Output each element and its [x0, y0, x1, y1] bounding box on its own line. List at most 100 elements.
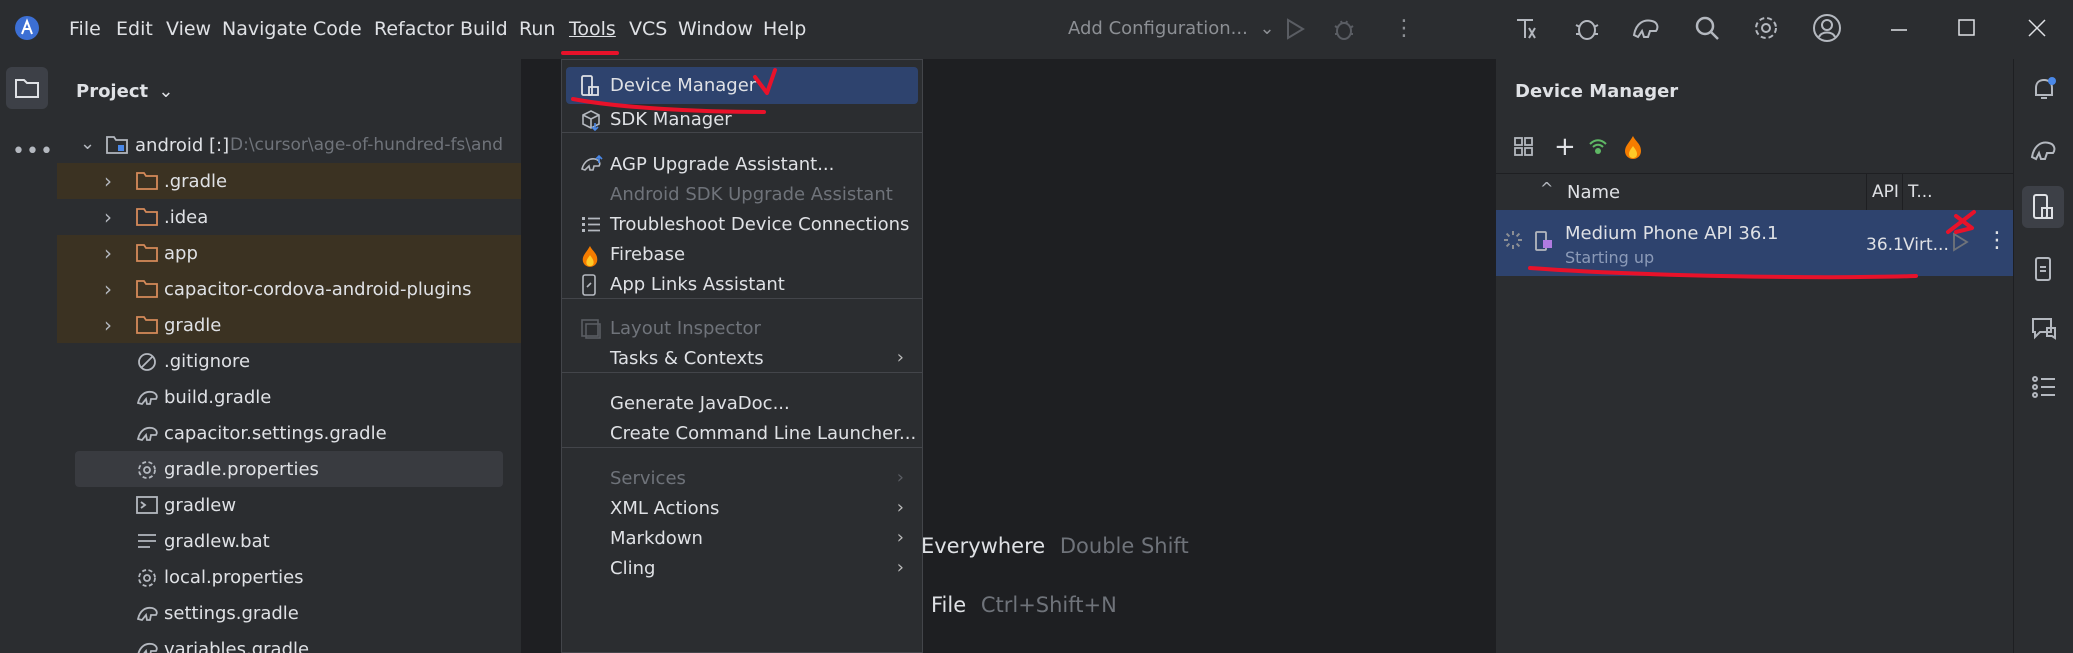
gradle-elephant-icon: [136, 639, 160, 653]
project-title: Project: [76, 81, 149, 102]
close-icon[interactable]: [2027, 18, 2047, 38]
running-devices-icon[interactable]: [2030, 255, 2058, 283]
menu-code[interactable]: Code: [313, 18, 362, 40]
device-row[interactable]: Medium Phone API 36.1 Starting up 36.1 V…: [1496, 210, 2014, 276]
device-manager-title: Device Manager: [1515, 81, 1679, 102]
loading-spinner-icon: [1502, 229, 1524, 251]
build-variants-icon[interactable]: [1513, 14, 1543, 44]
tree-item[interactable]: .gitignore: [57, 343, 521, 379]
tree-item[interactable]: variables.gradle: [57, 631, 521, 653]
settings-gear-icon[interactable]: [1752, 14, 1780, 42]
assistant-chat-icon[interactable]: [2030, 315, 2058, 343]
sort-ascending-icon[interactable]: ^: [1540, 179, 1553, 198]
menu-item-sdk-manager[interactable]: SDK Manager: [566, 101, 918, 138]
search-everywhere-shortcut: Double Shift: [1059, 534, 1189, 558]
menu-view[interactable]: View: [166, 18, 211, 40]
menu-item-app-links-assistant[interactable]: App Links Assistant: [566, 266, 918, 303]
run-config-label: Add Configuration...: [1068, 18, 1248, 39]
add-device-icon[interactable]: +: [1554, 134, 1576, 160]
project-tool-button[interactable]: [6, 67, 48, 109]
menu-build[interactable]: Build: [460, 18, 508, 40]
upgrade-icon: [580, 154, 604, 174]
menu-item-create-command-line-launcher[interactable]: Create Command Line Launcher...: [566, 415, 918, 452]
column-api[interactable]: API: [1872, 182, 1899, 202]
menu-file[interactable]: File: [69, 18, 101, 40]
tree-item[interactable]: › app: [57, 235, 521, 271]
text-lines-icon: [136, 531, 158, 551]
project-panel-header[interactable]: Project ⌄: [76, 81, 173, 102]
menu-help[interactable]: Help: [763, 18, 806, 40]
chevron-right-icon[interactable]: ›: [104, 277, 112, 301]
tree-item[interactable]: local.properties: [57, 559, 521, 595]
minimize-icon[interactable]: [1890, 28, 1908, 32]
wifi-pairing-icon[interactable]: [1586, 134, 1610, 158]
menu-edit[interactable]: Edit: [116, 18, 153, 40]
tree-item[interactable]: › gradle: [57, 307, 521, 343]
debug-icon[interactable]: [1332, 16, 1356, 42]
chevron-right-icon[interactable]: ›: [104, 241, 112, 265]
menu-vcs[interactable]: VCS: [629, 18, 667, 40]
column-name[interactable]: Name: [1567, 182, 1620, 203]
account-avatar-icon[interactable]: [1812, 13, 1842, 43]
tree-item[interactable]: › capacitor-cordova-android-plugins: [57, 271, 521, 307]
menu-item-tasks-contexts[interactable]: Tasks & Contexts ›: [566, 340, 918, 377]
tree-item[interactable]: gradle.properties: [75, 451, 503, 487]
menu-window[interactable]: Window: [678, 18, 753, 40]
tree-item[interactable]: gradlew: [57, 487, 521, 523]
tree-item[interactable]: › .idea: [57, 199, 521, 235]
gradle-sync-icon[interactable]: [1630, 13, 1662, 43]
column-type[interactable]: T...: [1908, 182, 1933, 202]
tree-item[interactable]: gradlew.bat: [57, 523, 521, 559]
folder-icon: [136, 315, 158, 335]
list-icon: [580, 214, 602, 236]
device-status: Starting up: [1565, 248, 1655, 267]
tree-item[interactable]: build.gradle: [57, 379, 521, 415]
device-name: Medium Phone API 36.1: [1565, 223, 1779, 244]
tree-item-label: .gitignore: [164, 351, 251, 372]
run-icon[interactable]: [1284, 17, 1306, 41]
menu-item-label: Troubleshoot Device Connections: [610, 214, 910, 235]
tree-item-label: capacitor-cordova-android-plugins: [164, 279, 472, 300]
structure-list-icon[interactable]: [2030, 373, 2058, 401]
menu-item-device-manager[interactable]: Device Manager: [566, 67, 918, 104]
tree-item-label: local.properties: [164, 567, 304, 588]
layout-inspector-icon: [580, 318, 602, 340]
more-tools-icon[interactable]: •••: [12, 139, 54, 164]
more-vertical-icon[interactable]: ⋮: [1393, 16, 1415, 41]
submenu-arrow-icon: ›: [896, 527, 904, 548]
gradle-tool-icon[interactable]: [2029, 135, 2059, 163]
notifications-icon[interactable]: [2030, 75, 2058, 103]
run-config-dropdown[interactable]: Add Configuration... ⌄: [1068, 18, 1275, 39]
go-to-file-shortcut: Ctrl+Shift+N: [980, 593, 1117, 617]
menu-run[interactable]: Run: [519, 18, 555, 40]
run-device-icon[interactable]: [1951, 232, 1969, 252]
android-studio-logo-icon[interactable]: [14, 15, 40, 41]
menu-navigate[interactable]: Navigate: [222, 18, 307, 40]
menu-item-cling[interactable]: Cling ›: [566, 550, 918, 587]
project-panel: Project ⌄ ⌄ android [:] D:\cursor\age-of…: [57, 59, 521, 653]
menu-refactor[interactable]: Refactor: [374, 18, 454, 40]
tree-item[interactable]: settings.gradle: [57, 595, 521, 631]
search-icon[interactable]: [1693, 14, 1721, 42]
firebase-icon[interactable]: [1622, 134, 1644, 160]
maximize-icon[interactable]: [1958, 19, 1976, 37]
chevron-right-icon[interactable]: ›: [104, 205, 112, 229]
chevron-down-icon: ⌄: [1259, 18, 1275, 39]
debug-attach-icon[interactable]: [1572, 13, 1602, 43]
gear-icon: [136, 567, 158, 589]
device-more-menu-icon[interactable]: ⋮: [1986, 228, 2008, 253]
device-group-icon[interactable]: [1513, 136, 1535, 158]
chevron-down-icon[interactable]: ⌄: [80, 133, 95, 154]
chevron-right-icon[interactable]: ›: [104, 313, 112, 337]
left-tool-stripe: •••: [0, 59, 58, 653]
device-type: Virt...: [1903, 235, 1949, 255]
tree-item[interactable]: › .gradle: [57, 163, 521, 199]
terminal-icon: [136, 495, 158, 515]
firebase-icon: [580, 244, 600, 268]
chevron-right-icon[interactable]: ›: [104, 169, 112, 193]
device-manager-tool-button[interactable]: [2022, 186, 2064, 228]
menu-tools[interactable]: Tools: [569, 18, 616, 40]
tree-item[interactable]: capacitor.settings.gradle: [57, 415, 521, 451]
tree-item-label: .idea: [164, 207, 209, 228]
tree-root-row[interactable]: ⌄ android [:] D:\cursor\age-of-hundred-f…: [57, 127, 521, 163]
